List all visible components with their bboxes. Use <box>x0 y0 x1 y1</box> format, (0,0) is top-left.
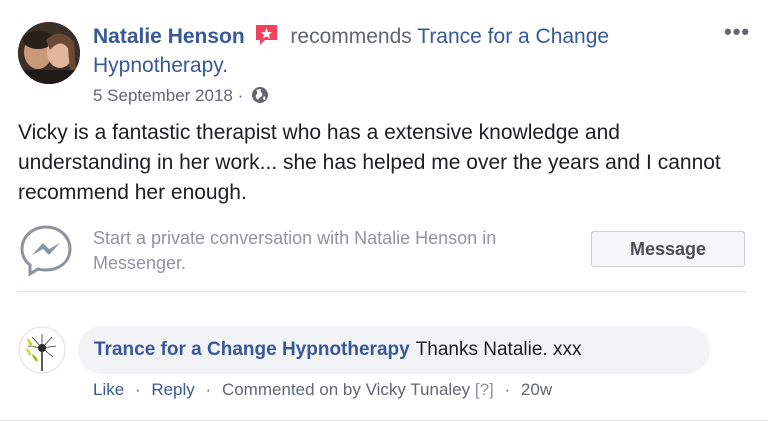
messenger-prompt: Start a private conversation with Natali… <box>93 228 497 273</box>
author-name[interactable]: Natalie Henson <box>93 25 245 48</box>
comment-text: Thanks Natalie. xxx <box>415 339 582 360</box>
comment-actions: Like · Reply · Commented on by Vicky Tun… <box>93 378 552 402</box>
more-options-icon[interactable]: ••• <box>724 21 750 43</box>
post-body-text: Vicky is a fantastic therapist who has a… <box>18 121 721 204</box>
messenger-icon <box>18 222 74 278</box>
recommendation-post: Natalie Henson recommends Trance for a C… <box>0 0 768 421</box>
recommendation-star-icon <box>254 24 279 46</box>
message-button[interactable]: Message <box>591 231 745 267</box>
comment-time[interactable]: 20w <box>521 380 552 399</box>
post-date[interactable]: 5 September 2018 <box>93 86 233 105</box>
globe-icon <box>251 86 269 104</box>
meta-separator: · <box>237 86 244 105</box>
comment-author[interactable]: Trance for a Change Hypnotherapy <box>94 339 410 361</box>
dandelion-logo[interactable] <box>18 326 66 374</box>
action-separator: · <box>504 380 511 399</box>
action-separator: · <box>134 380 141 399</box>
post-meta: 5 September 2018 · <box>93 84 269 108</box>
like-link[interactable]: Like <box>93 380 124 399</box>
reply-link[interactable]: Reply <box>151 380 194 399</box>
commented-on-text: Commented on by Vicky Tunaley <box>221 380 471 399</box>
recommends-verb: recommends <box>290 25 412 48</box>
action-separator: · <box>205 380 212 399</box>
author-avatar[interactable] <box>18 22 80 84</box>
post-header: Natalie Henson recommends Trance for a C… <box>93 22 693 80</box>
comment-bubble: Trance for a Change Hypnotherapy Thanks … <box>78 326 710 374</box>
section-divider <box>18 291 746 292</box>
help-link[interactable]: [?] <box>475 380 494 399</box>
